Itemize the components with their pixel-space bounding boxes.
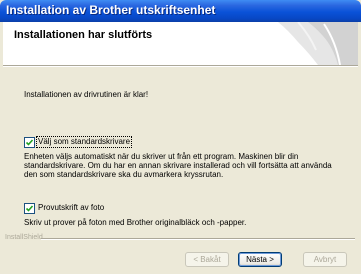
test-print-checkbox[interactable]: [24, 203, 35, 214]
default-printer-label[interactable]: Välj som standardskrivare: [35, 136, 133, 148]
checkmark-icon: [25, 139, 34, 146]
test-print-description: Skriv ut prover på foton med Brother ori…: [24, 218, 247, 227]
installer-window: Installation av Brother utskriftsenhet I…: [0, 0, 361, 274]
next-button[interactable]: Nästa >: [238, 252, 282, 267]
default-printer-description: Enheten väljs automatiskt när du skriver…: [24, 152, 332, 179]
dialog-client-area: Installationen har slutförts Installatio…: [3, 22, 358, 274]
header-graphic-icon: [278, 22, 358, 65]
back-button[interactable]: < Bakåt: [185, 252, 229, 267]
header-separator: [3, 66, 358, 67]
footer-divider: [41, 238, 355, 240]
default-printer-checkbox[interactable]: [24, 137, 35, 148]
wizard-header: Installationen har slutförts: [3, 22, 358, 66]
cancel-button[interactable]: Avbryt: [303, 252, 347, 267]
title-bar[interactable]: Installation av Brother utskriftsenhet: [0, 0, 361, 22]
checkmark-icon: [25, 205, 34, 212]
installshield-brand: InstallShield: [5, 234, 43, 241]
window-title: Installation av Brother utskriftsenhet: [6, 3, 216, 17]
header-title: Installationen har slutförts: [14, 29, 153, 41]
intro-text: Installationen av drivrutinen är klar!: [24, 90, 149, 99]
test-print-label[interactable]: Provutskrift av foto: [38, 203, 104, 213]
